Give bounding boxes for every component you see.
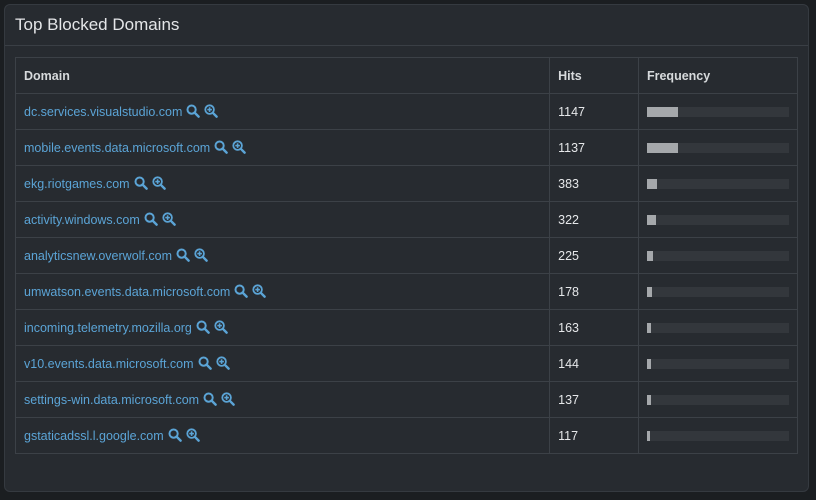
domain-cell: ekg.riotgames.com <box>14 165 551 202</box>
frequency-bar-track <box>646 214 789 225</box>
frequency-cell <box>637 309 799 346</box>
table-row: dc.services.visualstudio.com 1147 <box>14 93 799 130</box>
search-icon[interactable] <box>196 320 210 334</box>
domain-link[interactable]: mobile.events.data.microsoft.com <box>24 141 210 155</box>
domain-cell: settings-win.data.microsoft.com <box>14 381 551 418</box>
zoom-in-icon[interactable] <box>221 392 235 406</box>
zoom-in-icon[interactable] <box>186 428 200 442</box>
frequency-bar-fill <box>646 430 651 441</box>
domain-cell: activity.windows.com <box>14 201 551 238</box>
frequency-bar-fill <box>646 286 652 297</box>
frequency-cell <box>637 417 799 454</box>
domain-cell: analyticsnew.overwolf.com <box>14 237 551 274</box>
hits-cell: 383 <box>549 165 639 202</box>
frequency-bar-track <box>646 106 789 117</box>
frequency-cell <box>637 93 799 130</box>
domain-link[interactable]: analyticsnew.overwolf.com <box>24 249 172 263</box>
search-icon[interactable] <box>186 104 201 118</box>
top-blocked-domains-panel: Top Blocked Domains Domain Hits Frequenc… <box>4 4 809 492</box>
search-icon[interactable] <box>198 356 212 370</box>
frequency-bar-fill <box>646 250 654 261</box>
search-icon[interactable] <box>214 140 229 154</box>
search-icon[interactable] <box>234 284 249 298</box>
frequency-bar-fill <box>646 322 652 333</box>
frequency-bar-fill <box>646 394 651 405</box>
hits-cell: 322 <box>549 201 639 238</box>
table-row: umwatson.events.data.microsoft.com 178 <box>14 273 799 310</box>
zoom-in-icon[interactable] <box>204 104 219 118</box>
hits-cell: 178 <box>549 273 639 310</box>
frequency-cell <box>637 165 799 202</box>
frequency-bar-track <box>646 286 789 297</box>
table-row: incoming.telemetry.mozilla.org 163 <box>14 309 799 346</box>
frequency-cell <box>637 273 799 310</box>
domain-link[interactable]: ekg.riotgames.com <box>24 177 130 191</box>
domain-column-header: Domain <box>14 57 551 94</box>
table-row: mobile.events.data.microsoft.com 1137 <box>14 129 799 166</box>
table-row: settings-win.data.microsoft.com 137 <box>14 381 799 418</box>
hits-column-header: Hits <box>549 57 639 94</box>
domain-cell: mobile.events.data.microsoft.com <box>14 129 551 166</box>
frequency-cell <box>637 201 799 238</box>
top-blocked-domains-table: Domain Hits Frequency dc.services.visual… <box>14 57 799 454</box>
frequency-bar-fill <box>646 358 651 369</box>
domain-link[interactable]: dc.services.visualstudio.com <box>24 105 182 119</box>
zoom-in-icon[interactable] <box>152 176 166 190</box>
hits-cell: 1137 <box>549 129 639 166</box>
table-row: ekg.riotgames.com 383 <box>14 165 799 202</box>
panel-header: Top Blocked Domains <box>5 5 808 46</box>
frequency-bar-track <box>646 178 789 189</box>
frequency-bar-track <box>646 322 789 333</box>
frequency-cell <box>637 345 799 382</box>
frequency-column-header: Frequency <box>637 57 799 94</box>
frequency-bar-fill <box>646 106 678 117</box>
hits-cell: 144 <box>549 345 639 382</box>
table-body: dc.services.visualstudio.com 1147 mobile.e… <box>14 93 799 454</box>
table-row: activity.windows.com 322 <box>14 201 799 238</box>
frequency-cell <box>637 237 799 274</box>
domain-link[interactable]: settings-win.data.microsoft.com <box>24 393 199 407</box>
panel-title: Top Blocked Domains <box>15 15 180 34</box>
domain-cell: dc.services.visualstudio.com <box>14 93 551 130</box>
zoom-in-icon[interactable] <box>194 248 208 262</box>
table-row: gstaticadssl.l.google.com 117 <box>14 417 799 454</box>
table-header-row: Domain Hits Frequency <box>14 57 799 94</box>
frequency-bar-track <box>646 142 789 153</box>
frequency-bar-fill <box>646 178 658 189</box>
domain-link[interactable]: incoming.telemetry.mozilla.org <box>24 321 192 335</box>
search-icon[interactable] <box>144 212 158 226</box>
frequency-bar-track <box>646 394 789 405</box>
search-icon[interactable] <box>176 248 190 262</box>
domain-cell: v10.events.data.microsoft.com <box>14 345 551 382</box>
zoom-in-icon[interactable] <box>162 212 176 226</box>
frequency-bar-track <box>646 250 789 261</box>
domain-cell: incoming.telemetry.mozilla.org <box>14 309 551 346</box>
domain-cell: gstaticadssl.l.google.com <box>14 417 551 454</box>
table-row: analyticsnew.overwolf.com 225 <box>14 237 799 274</box>
hits-cell: 137 <box>549 381 639 418</box>
search-icon[interactable] <box>168 428 182 442</box>
domain-link[interactable]: umwatson.events.data.microsoft.com <box>24 285 230 299</box>
domain-link[interactable]: v10.events.data.microsoft.com <box>24 357 194 371</box>
frequency-bar-fill <box>646 214 656 225</box>
hits-cell: 117 <box>549 417 639 454</box>
zoom-in-icon[interactable] <box>252 284 267 298</box>
frequency-bar-fill <box>646 142 678 153</box>
zoom-in-icon[interactable] <box>215 356 230 370</box>
frequency-cell <box>637 129 799 166</box>
domain-link[interactable]: gstaticadssl.l.google.com <box>24 429 164 443</box>
search-icon[interactable] <box>134 176 148 190</box>
domain-cell: umwatson.events.data.microsoft.com <box>14 273 551 310</box>
frequency-bar-track <box>646 358 789 369</box>
hits-cell: 1147 <box>549 93 639 130</box>
zoom-in-icon[interactable] <box>214 320 228 334</box>
hits-cell: 163 <box>549 309 639 346</box>
domain-link[interactable]: activity.windows.com <box>24 213 140 227</box>
table-row: v10.events.data.microsoft.com 144 <box>14 345 799 382</box>
zoom-in-icon[interactable] <box>232 140 247 154</box>
search-icon[interactable] <box>203 392 217 406</box>
hits-cell: 225 <box>549 237 639 274</box>
frequency-cell <box>637 381 799 418</box>
frequency-bar-track <box>646 430 789 441</box>
